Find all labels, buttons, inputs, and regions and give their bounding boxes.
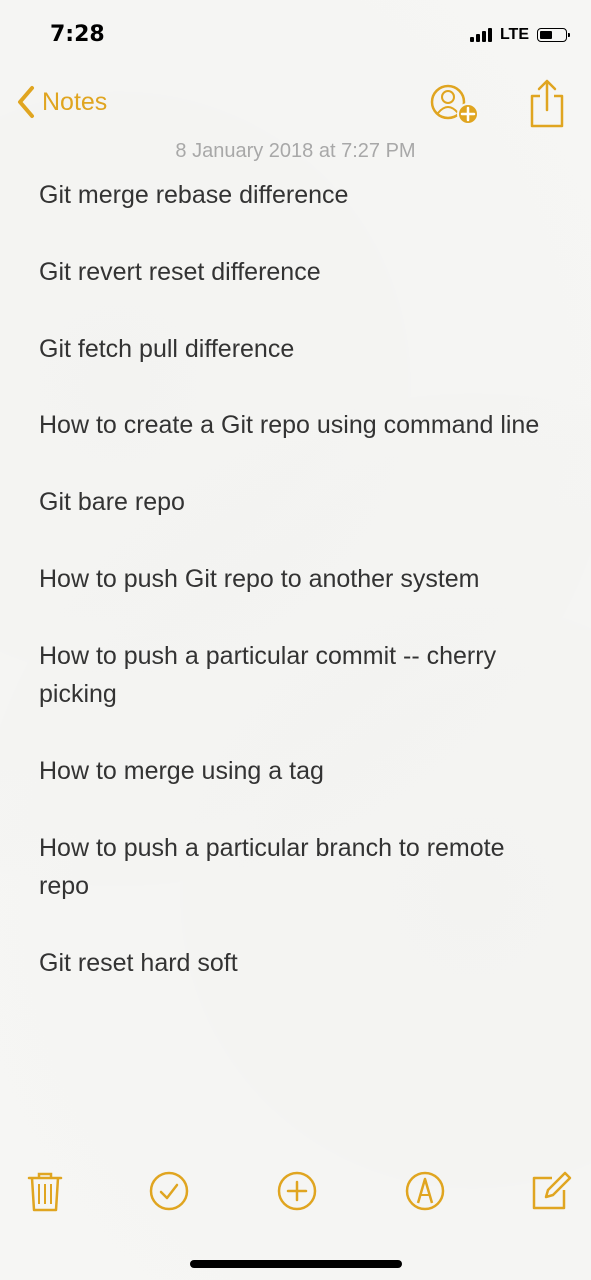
note-line: How to push Git repo to another system: [39, 564, 480, 593]
note-line: Git merge rebase difference: [39, 181, 349, 209]
status-bar: 7:28 LTE: [0, 0, 591, 72]
chevron-left-icon: [18, 86, 34, 118]
carrier-label: LTE: [499, 26, 529, 43]
navigation-bar: Notes: [0, 72, 591, 136]
note-line: How to create a Git repo using command l…: [39, 411, 540, 440]
note-line: Git reset hard soft: [39, 948, 238, 977]
trash-icon: [27, 1172, 63, 1212]
signal-icon: [469, 28, 492, 42]
note-line: Git bare repo: [39, 488, 185, 517]
battery-icon: [537, 28, 570, 42]
add-icon: [277, 1171, 317, 1211]
share-button[interactable]: [528, 78, 566, 128]
note-body[interactable]: Git merge rebase difference Git revert r…: [39, 176, 559, 1021]
back-label: Notes: [42, 87, 108, 116]
back-button[interactable]: Notes: [16, 84, 107, 120]
compose-button[interactable]: [530, 1170, 572, 1212]
markup-icon: [405, 1171, 445, 1211]
add-person-icon: [430, 84, 479, 125]
note-line: How to push a particular branch to remot…: [39, 833, 505, 901]
checklist-button[interactable]: [148, 1170, 190, 1212]
delete-button[interactable]: [24, 1170, 66, 1212]
note-date: 8 January 2018 at 7:27 PM: [175, 140, 416, 162]
share-icon: [530, 79, 564, 128]
status-time: 7:28: [50, 22, 105, 47]
add-button[interactable]: [276, 1170, 318, 1212]
compose-icon: [532, 1171, 572, 1210]
home-indicator[interactable]: [190, 1260, 402, 1268]
note-line: Git revert reset difference: [39, 257, 321, 286]
note-line: How to push a particular commit -- cherr…: [39, 641, 497, 709]
note-line: Git fetch pull difference: [39, 334, 295, 363]
note-line: How to merge using a tag: [39, 756, 324, 785]
status-indicators: LTE: [469, 26, 570, 44]
add-people-button[interactable]: [430, 82, 479, 126]
checklist-icon: [149, 1171, 189, 1211]
bottom-toolbar: [0, 1160, 591, 1222]
markup-button[interactable]: [404, 1170, 446, 1212]
